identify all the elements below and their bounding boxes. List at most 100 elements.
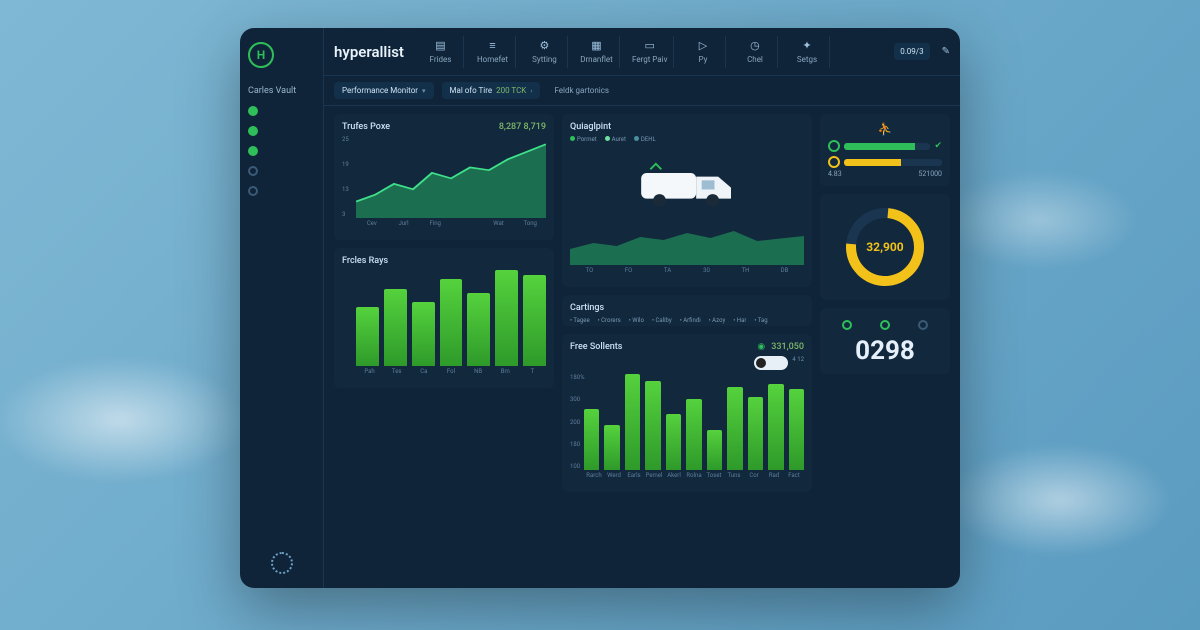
- plot: [356, 136, 546, 218]
- card-trufes-poxe: Trufes Poxe8,287 8,719 2519133 C: [334, 114, 554, 240]
- doc-icon: ▤: [434, 40, 446, 52]
- sidebar-footer: [248, 552, 315, 574]
- status-dots: [828, 320, 942, 330]
- logo-row: H: [248, 42, 315, 68]
- tab-label: Fergt Paiv: [632, 55, 668, 64]
- settings-gear-icon[interactable]: [271, 552, 293, 574]
- monitor-dropdown[interactable]: Performance Monitor ▾: [334, 82, 434, 99]
- tab-py[interactable]: ▷ Py: [680, 36, 726, 68]
- readout-pill: 0.09/3: [894, 43, 929, 60]
- chevron-down-icon: ▾: [422, 87, 426, 95]
- card-value: 8,287 8,719: [499, 122, 546, 132]
- sidebar-item-1[interactable]: [248, 126, 315, 136]
- tile-metric-chip[interactable]: Mal ofo Tire200 TCK ›: [442, 82, 541, 99]
- big-counter: 0298: [828, 336, 942, 366]
- sidebar-item-4[interactable]: [248, 186, 315, 196]
- play-icon: ▷: [697, 40, 709, 52]
- van-icon: [570, 147, 804, 221]
- card-title: Quiaglpint: [570, 122, 611, 132]
- content-grid: Trufes Poxe8,287 8,719 2519133 C: [324, 106, 960, 588]
- chevron-right-icon: ›: [530, 87, 532, 95]
- tab-homefet[interactable]: ≡ Homefet: [470, 36, 516, 68]
- bars-icon: ≡: [486, 40, 498, 52]
- edit-icon[interactable]: ✎: [942, 46, 950, 57]
- status-dot-icon: [248, 186, 258, 196]
- area-chart-trufes: 2519133 CevJurlFingWatTong: [342, 136, 546, 232]
- tab-setgs[interactable]: ✦ Setgs: [784, 36, 830, 68]
- brand-logo-icon: H: [248, 42, 274, 68]
- lock-icon: [828, 140, 840, 152]
- tab-label: Py: [699, 55, 708, 64]
- tab-sytting[interactable]: ⚙ Sytting: [522, 36, 568, 68]
- card-frcles-rays: Frcles Rays PahTesCaFolNBBmT: [334, 248, 554, 388]
- card-value: 331,050: [771, 342, 804, 352]
- sidebar-title: Carles Vault: [248, 86, 315, 96]
- slider-icon: ⚙: [538, 40, 550, 52]
- section-label: Feldk gartonics: [548, 82, 615, 99]
- box-icon: ▭: [644, 40, 656, 52]
- axis-x: PahTesCaFolNBBmT: [356, 368, 546, 380]
- tab-frides[interactable]: ▤Frides: [418, 36, 464, 68]
- toggle-switch[interactable]: [754, 356, 788, 370]
- tab-fergt[interactable]: ▭ Fergt Paiv: [626, 36, 675, 68]
- tab-chel[interactable]: ◷ Chel: [732, 36, 778, 68]
- dashboard-panel: H Carles Vault hyperallist ▤Frides ≡ Home…: [240, 28, 960, 588]
- cog-icon: ✦: [801, 40, 813, 52]
- brand-title: hyperallist: [334, 43, 404, 61]
- tab-label: Chel: [747, 55, 763, 64]
- card-title: Free Sollents: [570, 342, 622, 352]
- col-left: Trufes Poxe8,287 8,719 2519133 C: [334, 114, 554, 578]
- card-ring-gauge: 32,900: [820, 194, 950, 300]
- bar-chart-rays: PahTesCaFolNBBmT: [342, 270, 546, 380]
- card-counter: 0298: [820, 308, 950, 374]
- tab-label: Homefet: [477, 55, 508, 64]
- ring-gauge-icon: 32,900: [830, 192, 940, 302]
- legend: • Tagee• Crorers• Wilo• Caliby• Arfindi•…: [570, 317, 804, 324]
- progress-bar-2: [844, 159, 942, 166]
- axis-x: RarchWerdEarlsPemelAkerlRolnaTosetTunsCo…: [584, 472, 804, 484]
- card-title: Frcles Rays: [342, 256, 388, 266]
- sidebar: H Carles Vault: [240, 28, 324, 588]
- card-cartings: Cartings • Tagee• Crorers• Wilo• Caliby•…: [562, 295, 812, 326]
- col-right-rail: ⛹ ✔ 4.83521000 32,900: [820, 114, 950, 578]
- check-icon: ✔: [934, 141, 942, 151]
- col-mid: Quiaglpint Pormet Auret DEHL: [562, 114, 812, 578]
- axis-y: 2519133: [342, 136, 356, 218]
- card-title: Trufes Poxe: [342, 122, 390, 132]
- progress-bar-1: [844, 143, 930, 150]
- tab-label: Sytting: [532, 55, 557, 64]
- topbar: hyperallist ▤Frides ≡ Homefet ⚙ Sytting ▦ D…: [324, 28, 960, 76]
- axis-x: CevJurlFingWatTong: [356, 220, 546, 232]
- sidebar-item-0[interactable]: [248, 106, 315, 116]
- card-title: Cartings: [570, 303, 604, 313]
- toggle-label: 4 12: [792, 356, 804, 370]
- plot: [570, 225, 804, 265]
- chip-value: 200 TCK: [496, 86, 526, 95]
- sidebar-item-3[interactable]: [248, 166, 315, 176]
- bar-chart-sollents: 180%300200180100 RarchWerdEarlsPemelAker…: [570, 374, 804, 484]
- tab-label: Setgs: [797, 55, 817, 64]
- tab-label: Drnanflet: [580, 55, 613, 64]
- ring-value: 32,900: [856, 218, 914, 276]
- status-dot-icon: [248, 146, 258, 156]
- grid-icon: ▦: [590, 40, 602, 52]
- chip-label: Mal ofo Tire: [450, 86, 493, 95]
- main-area: hyperallist ▤Frides ≡ Homefet ⚙ Sytting ▦ D…: [324, 28, 960, 588]
- legend: Pormet Auret DEHL: [570, 136, 804, 143]
- axis-x: TOFOTA30THDB: [570, 267, 804, 279]
- chip-label: Performance Monitor: [342, 86, 418, 95]
- status-dot-icon: [248, 126, 258, 136]
- dot-icon: [918, 320, 928, 330]
- status-dot-icon: [248, 166, 258, 176]
- card-free-sollents: Free Sollents ◉ 331,050 4 12 180%3002001…: [562, 334, 812, 492]
- person-icon: ⛹: [828, 122, 942, 136]
- tab-drnanflet[interactable]: ▦ Drnanflet: [574, 36, 620, 68]
- card-quiaglpint: Quiaglpint Pormet Auret DEHL: [562, 114, 812, 287]
- status-dot-icon: [248, 106, 258, 116]
- area-chart-quiag: TOFOTA30THDB: [570, 225, 804, 279]
- filter-bar: Performance Monitor ▾ Mal ofo Tire200 TCK…: [324, 76, 960, 106]
- sidebar-item-2[interactable]: [248, 146, 315, 156]
- dot-icon: [880, 320, 890, 330]
- chart-icon: ◷: [749, 40, 761, 52]
- bars: [584, 374, 804, 470]
